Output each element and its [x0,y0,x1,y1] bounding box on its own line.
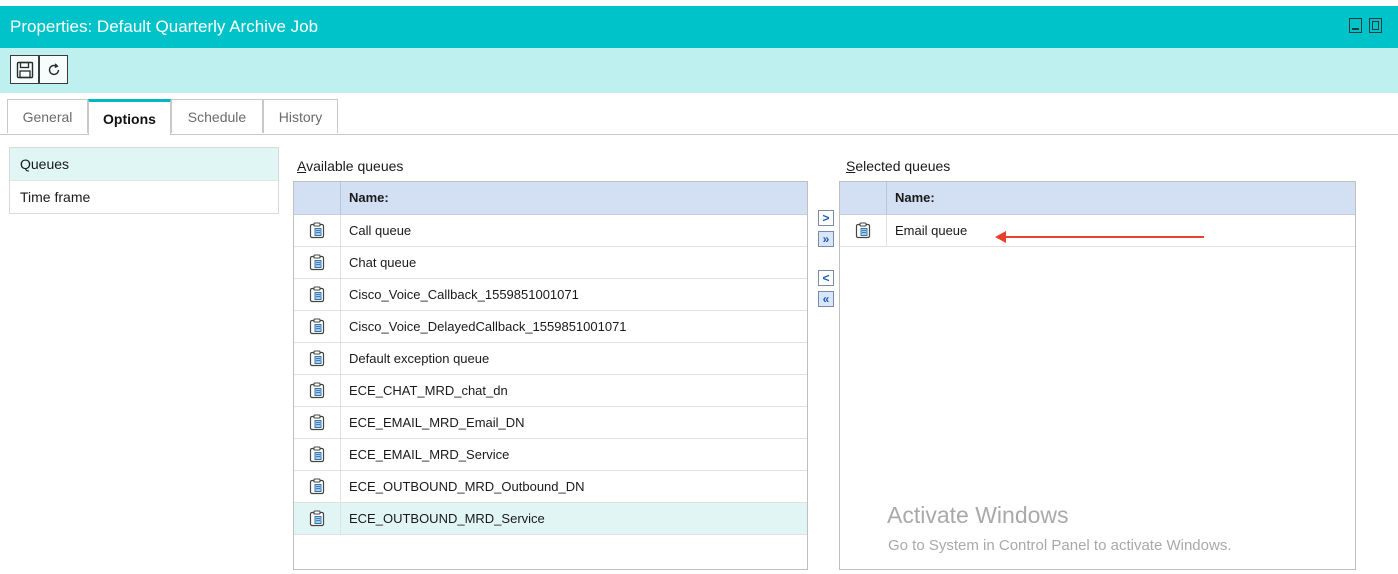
queue-row-icon-cell [294,439,341,470]
queue-row[interactable]: Default exception queue [294,343,807,375]
queue-row-icon-cell [294,247,341,278]
nav-item-time-frame[interactable]: Time frame [10,180,278,213]
queue-name: ECE_EMAIL_MRD_Service [349,447,510,462]
queue-row[interactable]: ECE_OUTBOUND_MRD_Service [294,503,807,535]
options-nav: Queues Time frame [9,147,279,214]
queue-clipboard-icon [309,350,325,367]
window-titlebar: Properties: Default Quarterly Archive Jo… [0,6,1398,48]
queue-clipboard-icon [855,222,871,239]
queue-clipboard-icon [309,382,325,399]
queue-row[interactable]: Chat queue [294,247,807,279]
available-queue-rows: Call queue Chat queue Cisco_Voice_Callback… [294,215,807,535]
remove-queue-button[interactable]: < [818,270,834,286]
queue-name: Cisco_Voice_Callback_1559851001071 [349,287,579,302]
queue-clipboard-icon [309,446,325,463]
available-queues-label-text: vailable queues [306,158,404,174]
queue-clipboard-icon [309,286,325,303]
available-queues-accesskey: A [297,158,307,174]
selected-queues-accesskey: S [846,158,856,174]
refresh-button[interactable] [39,55,68,84]
add-all-queues-button[interactable]: » [818,231,834,247]
queue-clipboard-icon [309,510,325,527]
queue-row-icon-cell [840,215,887,246]
selected-queue-rows: Email queue [840,215,1355,247]
queue-row[interactable]: Call queue [294,215,807,247]
queue-clipboard-icon [309,318,325,335]
queue-row[interactable]: Email queue [840,215,1355,247]
queue-row-icon-cell [294,279,341,310]
activation-watermark-title: Activate Windows [887,502,1069,528]
icon-column-header [294,182,341,214]
queue-row[interactable]: ECE_OUTBOUND_MRD_Outbound_DN [294,471,807,503]
queue-row-icon-cell [294,215,341,246]
queue-name: Default exception queue [349,351,490,366]
grid-header: Name: [294,182,807,215]
queue-name: Email queue [895,223,968,238]
queue-name: ECE_EMAIL_MRD_Email_DN [349,415,525,430]
name-column-header[interactable]: Name: [887,182,935,214]
tab-general[interactable]: General [7,99,88,133]
queue-row-icon-cell [294,311,341,342]
queue-clipboard-icon [309,414,325,431]
queue-row[interactable]: ECE_EMAIL_MRD_Email_DN [294,407,807,439]
queue-row-icon-cell [294,343,341,374]
available-queues-grid: Name: Call queue Chat queue Cisco_Voice_Ca… [293,181,808,570]
toolbar [0,48,1398,93]
queue-name: Cisco_Voice_DelayedCallback_155985100107… [349,319,627,334]
queue-row-icon-cell [294,503,341,534]
queue-name: ECE_CHAT_MRD_chat_dn [349,383,508,398]
queue-row-icon-cell [294,407,341,438]
grid-header: Name: [840,182,1355,215]
maximize-icon[interactable] [1369,18,1382,33]
tab-schedule[interactable]: Schedule [171,99,263,133]
queue-name: ECE_OUTBOUND_MRD_Service [349,511,545,526]
activation-watermark-text: Go to System in Control Panel to activat… [888,537,1232,554]
queue-name: Call queue [349,223,412,238]
queue-name: ECE_OUTBOUND_MRD_Outbound_DN [349,479,585,494]
queue-row-icon-cell [294,375,341,406]
queue-row[interactable]: Cisco_Voice_Callback_1559851001071 [294,279,807,311]
remove-all-queues-button[interactable]: « [818,291,834,307]
add-queue-button[interactable]: > [818,210,834,226]
queue-clipboard-icon [309,254,325,271]
tab-options[interactable]: Options [88,99,171,135]
queue-row[interactable]: ECE_CHAT_MRD_chat_dn [294,375,807,407]
selected-queues-label-text: elected queues [855,158,951,174]
window-title: Properties: Default Quarterly Archive Jo… [10,17,319,36]
tab-strip: General Options Schedule History [0,99,1398,135]
queue-clipboard-icon [309,222,325,239]
queue-row[interactable]: ECE_EMAIL_MRD_Service [294,439,807,471]
floppy-disk-icon [16,61,33,78]
queue-row-icon-cell [294,471,341,502]
save-button[interactable] [10,55,39,84]
annotation-arrow-head-icon [995,231,1006,243]
queue-row[interactable]: Cisco_Voice_DelayedCallback_155985100107… [294,311,807,343]
nav-item-queues[interactable]: Queues [10,148,278,180]
available-queues-label: Available queues [297,158,403,174]
name-column-header[interactable]: Name: [341,182,389,214]
selected-queues-label: Selected queues [846,158,950,174]
annotation-arrow-line [1003,236,1204,238]
tab-history[interactable]: History [263,99,338,133]
refresh-icon [48,62,59,75]
queue-name: Chat queue [349,255,417,270]
minimize-icon[interactable] [1349,18,1362,33]
icon-column-header [840,182,887,214]
queue-clipboard-icon [309,478,325,495]
